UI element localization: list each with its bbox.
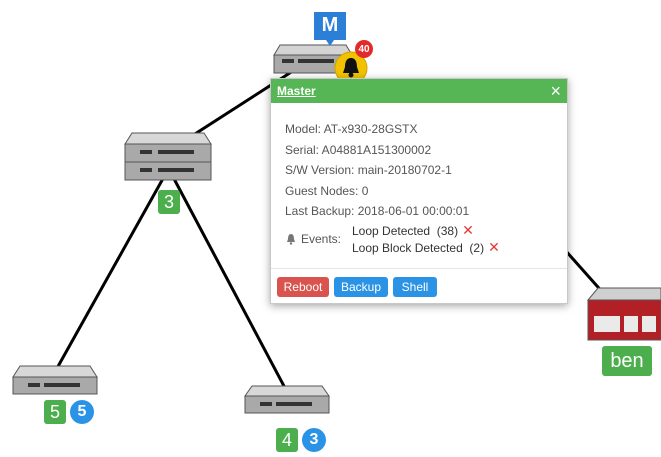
- popup-body: Model: AT-x930-28GSTX Serial: A04881A151…: [285, 119, 500, 256]
- backup-button[interactable]: Backup: [334, 277, 388, 297]
- switch-c-icon[interactable]: [244, 385, 330, 414]
- master-info-popup: Master × Model: AT-x930-28GSTX Serial: A…: [270, 78, 568, 304]
- node-ben-label[interactable]: ben: [602, 346, 652, 376]
- events-list: Loop Detected (38) ✕ Loop Block Detected …: [352, 222, 500, 256]
- last-backup-text: Last Backup: 2018-06-01 00:00:01: [285, 204, 470, 218]
- dismiss-event-icon[interactable]: ✕: [462, 222, 474, 238]
- node-a-count-badge[interactable]: 3: [158, 190, 180, 214]
- sw-version-text: S/W Version: main-20180702-1: [285, 163, 452, 177]
- switch-b-icon[interactable]: [12, 365, 98, 395]
- event-item: Loop Detected (38) ✕: [352, 222, 500, 239]
- model-text: Model: AT-x930-28GSTX: [285, 122, 418, 136]
- firewall-ben-icon[interactable]: [586, 287, 661, 341]
- switch-stack-icon[interactable]: [124, 132, 212, 181]
- node-b-guest-badge[interactable]: 5: [70, 400, 94, 424]
- link-a-c: [170, 174, 287, 389]
- events-section: Events: Loop Detected (38) ✕ Loop Block D…: [285, 222, 500, 256]
- reboot-button[interactable]: Reboot: [277, 277, 329, 297]
- popup-header: Master ×: [271, 79, 567, 103]
- node-c-count-badge[interactable]: 4: [276, 428, 298, 452]
- guest-nodes-text: Guest Nodes: 0: [285, 183, 369, 198]
- event-text: Loop Detected (38): [352, 223, 459, 238]
- link-a-b: [54, 174, 167, 371]
- alarm-count-badge: 40: [355, 40, 373, 58]
- popup-footer: Reboot Backup Shell: [271, 268, 567, 305]
- events-label: Events:: [285, 222, 352, 256]
- events-label-text: Events:: [301, 231, 342, 246]
- node-c-guest-badge[interactable]: 3: [302, 428, 326, 452]
- events-bell-icon: [287, 233, 295, 245]
- dismiss-event-icon[interactable]: ✕: [488, 239, 500, 255]
- close-icon[interactable]: ×: [550, 80, 561, 102]
- event-item: Loop Block Detected (2) ✕: [352, 239, 500, 256]
- event-text: Loop Block Detected (2): [352, 240, 485, 255]
- shell-button[interactable]: Shell: [393, 277, 437, 297]
- master-marker[interactable]: M: [312, 10, 348, 48]
- serial-text: Serial: A04881A151300002: [285, 142, 432, 157]
- popup-title-link[interactable]: Master: [277, 84, 316, 98]
- master-letter: M: [321, 13, 339, 36]
- node-b-count-badge[interactable]: 5: [44, 400, 66, 424]
